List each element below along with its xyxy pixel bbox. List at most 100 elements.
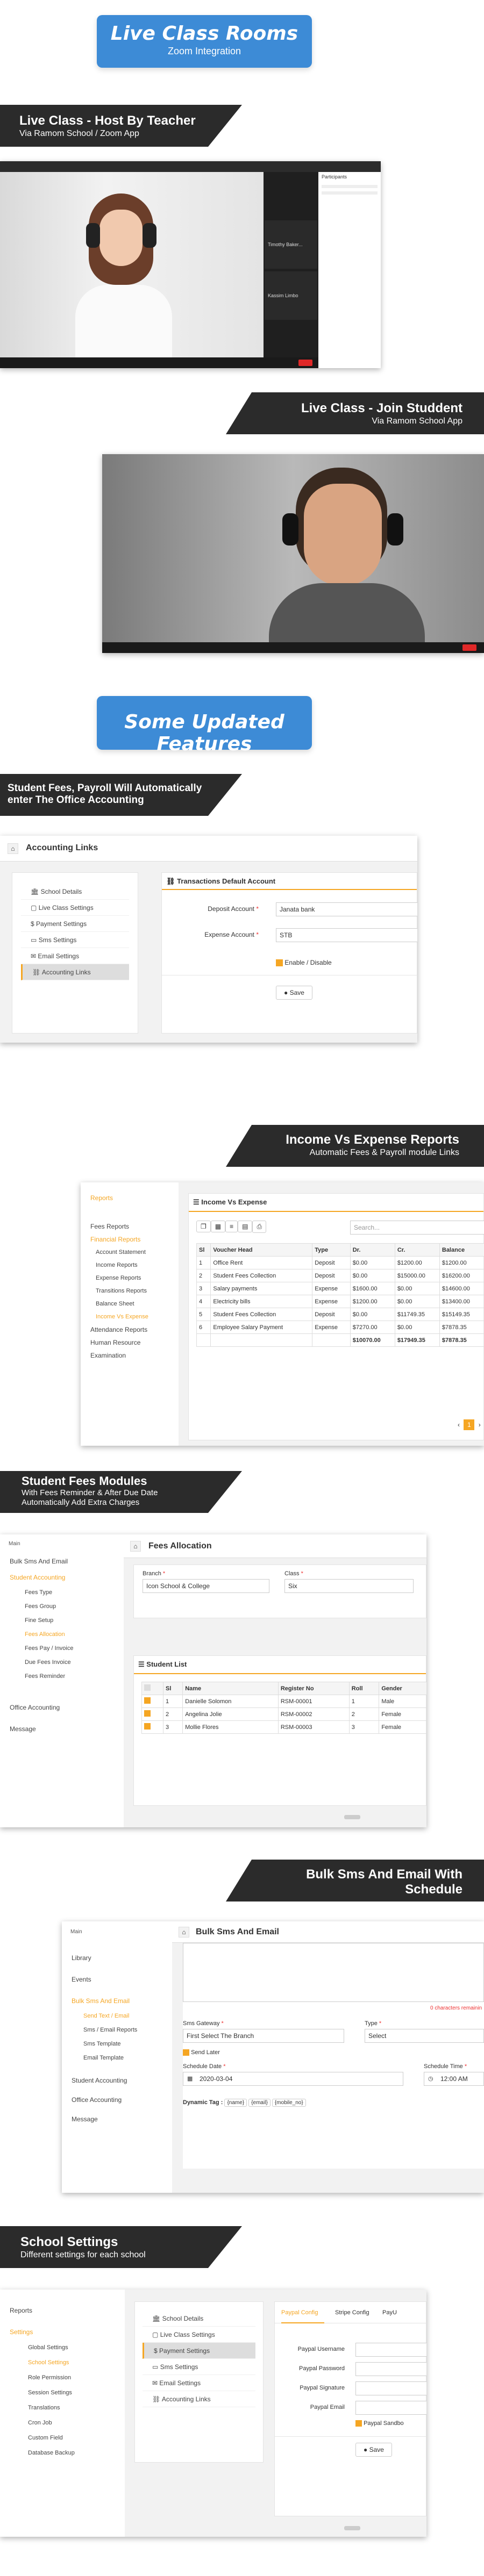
home-icon[interactable]: ⌂ <box>130 1541 141 1552</box>
deposit-account-select[interactable]: Janata bank <box>276 902 417 916</box>
menu-transitions-reports[interactable]: Transitions Reports <box>81 1285 179 1297</box>
menu-bulk-sms[interactable]: Bulk Sms And Email <box>62 1993 172 2009</box>
menu-fine-setup[interactable]: Fine Setup <box>0 1613 124 1627</box>
home-icon[interactable]: ⌂ <box>179 1927 189 1938</box>
menu-examination[interactable]: Examination <box>81 1349 179 1362</box>
paypal-email-input[interactable] <box>355 2401 426 2415</box>
menu-due-fees[interactable]: Due Fees Invoice <box>0 1655 124 1669</box>
col-type[interactable]: Type <box>312 1243 351 1257</box>
menu-item-live-class[interactable]: ▢ Live Class Settings <box>143 2327 255 2343</box>
menu-item-school-details[interactable]: 🏛 School Details <box>21 884 129 900</box>
menu-events[interactable]: Events <box>62 1971 172 1987</box>
message-textarea[interactable] <box>183 1943 484 2002</box>
menu-send-text[interactable]: Send Text / Email <box>62 2009 172 2023</box>
tag-name[interactable]: {name} <box>224 2099 247 2107</box>
tag-email[interactable]: {email} <box>248 2099 271 2107</box>
page-current[interactable]: 1 <box>464 1419 475 1430</box>
menu-translations[interactable]: Translations <box>0 2400 125 2415</box>
checkbox-icon[interactable] <box>144 1723 151 1730</box>
excel-icon[interactable]: ▦ <box>210 1221 226 1232</box>
col-dr[interactable]: Dr. <box>350 1243 395 1257</box>
enable-toggle[interactable]: Enable / Disable <box>276 959 332 967</box>
tab-paypal[interactable]: Paypal Config <box>281 2309 318 2316</box>
menu-school-settings[interactable]: School Settings <box>0 2355 125 2370</box>
menu-item-email[interactable]: ✉ Email Settings <box>21 948 129 964</box>
menu-expense-reports[interactable]: Expense Reports <box>81 1272 179 1285</box>
menu-database-backup[interactable]: Database Backup <box>0 2445 125 2460</box>
menu-item-payment[interactable]: $ Payment Settings <box>21 916 129 932</box>
menu-income-vs-expense[interactable]: Income Vs Expense <box>81 1310 179 1323</box>
menu-human-resource[interactable]: Human Resource <box>81 1336 179 1349</box>
menu-item-sms[interactable]: ▭ Sms Settings <box>143 2359 255 2375</box>
col-balance[interactable]: Balance <box>439 1243 484 1257</box>
menu-item-payment[interactable]: $ Payment Settings <box>143 2343 255 2359</box>
print-icon[interactable]: ⎙ <box>252 1221 267 1233</box>
menu-reports[interactable]: Reports <box>81 1182 179 1202</box>
checkbox-icon[interactable] <box>144 1710 151 1717</box>
menu-settings[interactable]: Settings <box>0 2324 125 2340</box>
menu-financial-reports[interactable]: Financial Reports <box>81 1233 179 1246</box>
menu-reports[interactable]: Reports <box>0 2302 125 2319</box>
class-select[interactable]: Six <box>284 1579 414 1593</box>
gateway-select[interactable]: First Select The Branch <box>183 2029 344 2043</box>
end-call-button[interactable] <box>462 644 476 651</box>
home-icon[interactable]: ⌂ <box>8 843 18 854</box>
menu-income-reports[interactable]: Income Reports <box>81 1259 179 1272</box>
csv-icon[interactable]: ≡ <box>225 1221 238 1232</box>
menu-custom-field[interactable]: Custom Field <box>0 2430 125 2445</box>
scrollbar-handle[interactable] <box>344 2526 360 2530</box>
menu-office-accounting[interactable]: Office Accounting <box>0 1699 124 1716</box>
menu-sms-template[interactable]: Sms Template <box>62 2037 172 2051</box>
tag-mobile[interactable]: {mobile_no} <box>272 2099 306 2107</box>
menu-office-accounting[interactable]: Office Accounting <box>62 2092 172 2108</box>
menu-role-permission[interactable]: Role Permission <box>0 2370 125 2385</box>
checkbox-icon[interactable] <box>144 1697 151 1704</box>
menu-message[interactable]: Message <box>62 2111 172 2127</box>
menu-fees-group[interactable]: Fees Group <box>0 1599 124 1613</box>
menu-student-accounting[interactable]: Student Accounting <box>0 1569 124 1585</box>
menu-fees-reminder[interactable]: Fees Reminder <box>0 1669 124 1683</box>
menu-session-settings[interactable]: Session Settings <box>0 2385 125 2400</box>
search-input[interactable]: Search... <box>350 1221 484 1235</box>
copy-icon[interactable]: ❐ <box>196 1221 211 1232</box>
menu-fees-type[interactable]: Fees Type <box>0 1585 124 1599</box>
menu-email-template[interactable]: Email Template <box>62 2051 172 2065</box>
menu-library[interactable]: Library <box>62 1950 172 1966</box>
scrollbar-handle[interactable] <box>344 1815 360 1819</box>
col-voucher-head[interactable]: Voucher Head <box>210 1243 313 1257</box>
menu-global-settings[interactable]: Global Settings <box>0 2340 125 2355</box>
send-later-toggle[interactable]: Send Later <box>183 2049 220 2056</box>
menu-attendance-reports[interactable]: Attendance Reports <box>81 1323 179 1336</box>
menu-fees-allocation[interactable]: Fees Allocation <box>0 1627 124 1641</box>
pdf-icon[interactable]: ▤ <box>238 1221 253 1232</box>
col-select[interactable] <box>141 1682 163 1695</box>
menu-cron-job[interactable]: Cron Job <box>0 2415 125 2430</box>
menu-item-sms[interactable]: ▭ Sms Settings <box>21 932 129 948</box>
paypal-signature-input[interactable] <box>355 2381 426 2395</box>
tab-payu[interactable]: PayU <box>382 2309 397 2316</box>
menu-student-accounting[interactable]: Student Accounting <box>62 2072 172 2089</box>
menu-item-school-details[interactable]: 🏛 School Details <box>143 2310 255 2327</box>
paypal-password-input[interactable] <box>355 2362 426 2376</box>
paypal-username-input[interactable] <box>355 2343 426 2357</box>
menu-fees-pay[interactable]: Fees Pay / Invoice <box>0 1641 124 1655</box>
next-page-icon[interactable]: › <box>479 1421 481 1429</box>
menu-balance-sheet[interactable]: Balance Sheet <box>81 1297 179 1310</box>
save-button[interactable]: ● Save <box>355 2443 392 2457</box>
sandbox-toggle[interactable]: Paypal Sandbo <box>355 2420 404 2427</box>
end-call-button[interactable] <box>298 360 312 366</box>
menu-fees-reports[interactable]: Fees Reports <box>81 1220 179 1233</box>
menu-message[interactable]: Message <box>0 1721 124 1737</box>
tab-stripe[interactable]: Stripe Config <box>335 2309 369 2316</box>
menu-item-live-class[interactable]: ▢ Live Class Settings <box>21 900 129 916</box>
schedule-date-input[interactable]: 2020-03-04 <box>183 2072 403 2086</box>
menu-account-statement[interactable]: Account Statement <box>81 1246 179 1259</box>
col-cr[interactable]: Cr. <box>394 1243 440 1257</box>
branch-select[interactable]: Icon School & College <box>143 1579 269 1593</box>
menu-item-accounting-links[interactable]: ⛓ Accounting Links <box>143 2391 255 2407</box>
menu-bulk-sms[interactable]: Bulk Sms And Email <box>0 1553 124 1569</box>
col-sl[interactable]: Sl <box>196 1243 211 1257</box>
expense-account-select[interactable]: STB <box>276 928 417 942</box>
type-select[interactable]: Select <box>365 2029 484 2043</box>
menu-sms-reports[interactable]: Sms / Email Reports <box>62 2023 172 2037</box>
